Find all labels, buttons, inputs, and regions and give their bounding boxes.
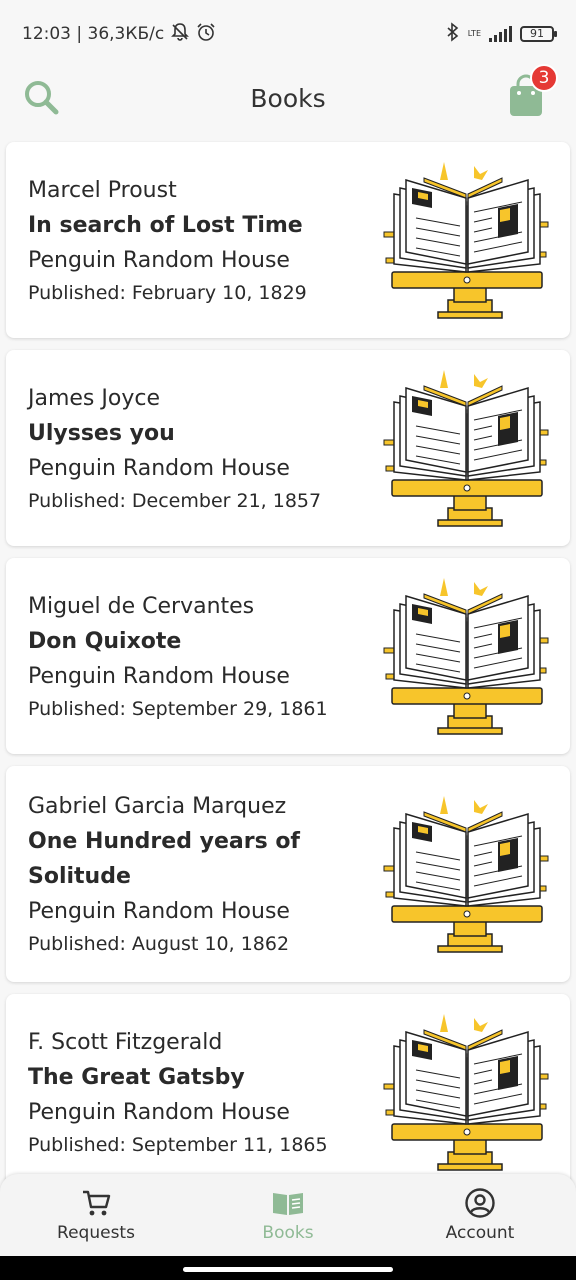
book-info: Gabriel Garcia Marquez One Hundred years… [6, 789, 382, 959]
nav-item-books[interactable]: Books [192, 1174, 384, 1256]
search-button[interactable] [22, 78, 62, 118]
book-published-date: Published: August 10, 1862 [28, 933, 290, 955]
book-title: Ulysses you [28, 420, 175, 446]
book-card[interactable]: Gabriel Garcia Marquez One Hundred years… [6, 766, 570, 982]
book-author: James Joyce [28, 385, 160, 411]
open-book-illustration [382, 576, 552, 736]
cart-count-badge: 3 [530, 64, 558, 92]
open-book-illustration [382, 794, 552, 954]
status-bar: 12:03 | 36,3КБ/с LTE 91 [0, 0, 576, 68]
nav-item-account[interactable]: Account [384, 1174, 576, 1256]
book-icon [273, 1193, 303, 1215]
book-card[interactable]: Miguel de Cervantes Don Quixote Penguin … [6, 558, 570, 754]
book-title: In search of Lost Time [28, 212, 303, 238]
status-time-speed: 12:03 | 36,3КБ/с [22, 24, 165, 44]
network-type: LTE [467, 29, 481, 38]
book-publisher: Penguin Random House [28, 663, 290, 689]
book-published-date: Published: December 21, 1857 [28, 489, 322, 512]
book-title: The Great Gatsby [28, 1064, 245, 1090]
nav-label: Books [262, 1223, 314, 1243]
cart-button[interactable]: 3 [506, 64, 558, 118]
book-publisher: Penguin Random House [28, 1099, 290, 1125]
nav-label: Account [445, 1223, 515, 1243]
book-published-date: Published: September 29, 1861 [28, 697, 328, 720]
search-icon [25, 81, 59, 115]
book-published-date: Published: September 11, 1865 [28, 1133, 328, 1156]
book-info: F. Scott Fitzgerald The Great Gatsby Pen… [6, 1025, 382, 1160]
book-author: Miguel de Cervantes [28, 593, 255, 619]
book-info: James Joyce Ulysses you Penguin Random H… [6, 381, 382, 516]
app-bar: Books 3 [0, 64, 576, 128]
book-card[interactable]: F. Scott Fitzgerald The Great Gatsby Pen… [6, 994, 570, 1190]
book-title: One Hundred years of Solitude [28, 829, 301, 889]
open-book-illustration [382, 1012, 552, 1172]
status-right: LTE 91 [446, 21, 557, 47]
status-left: 12:03 | 36,3КБ/с [22, 22, 216, 47]
book-card[interactable]: Marcel Proust In search of Lost Time Pen… [6, 142, 570, 338]
nav-item-requests[interactable]: Requests [0, 1174, 192, 1256]
nav-label: Requests [57, 1223, 135, 1243]
book-title: Don Quixote [28, 628, 182, 654]
mute-bell-icon [170, 22, 190, 47]
book-info: Marcel Proust In search of Lost Time Pen… [6, 173, 382, 308]
book-author: F. Scott Fitzgerald [28, 1029, 223, 1055]
account-icon [465, 1188, 495, 1218]
battery-indicator: 91 [520, 26, 557, 42]
open-book-illustration [382, 160, 552, 320]
signal-icon [489, 26, 512, 42]
book-published-date: Published: February 10, 1829 [28, 281, 307, 304]
home-indicator[interactable] [183, 1267, 393, 1272]
book-author: Gabriel Garcia Marquez [28, 794, 287, 819]
cart-icon [83, 1190, 111, 1216]
book-publisher: Penguin Random House [28, 899, 290, 924]
page-title: Books [250, 83, 326, 113]
book-publisher: Penguin Random House [28, 247, 290, 273]
open-book-illustration [382, 368, 552, 528]
book-card[interactable]: James Joyce Ulysses you Penguin Random H… [6, 350, 570, 546]
alarm-icon [196, 22, 216, 47]
book-publisher: Penguin Random House [28, 455, 290, 481]
book-author: Marcel Proust [28, 177, 177, 203]
bottom-navigation: Requests Books Account [0, 1174, 576, 1256]
book-info: Miguel de Cervantes Don Quixote Penguin … [6, 589, 382, 724]
bluetooth-icon [446, 21, 460, 47]
system-gesture-bar [0, 1256, 576, 1280]
